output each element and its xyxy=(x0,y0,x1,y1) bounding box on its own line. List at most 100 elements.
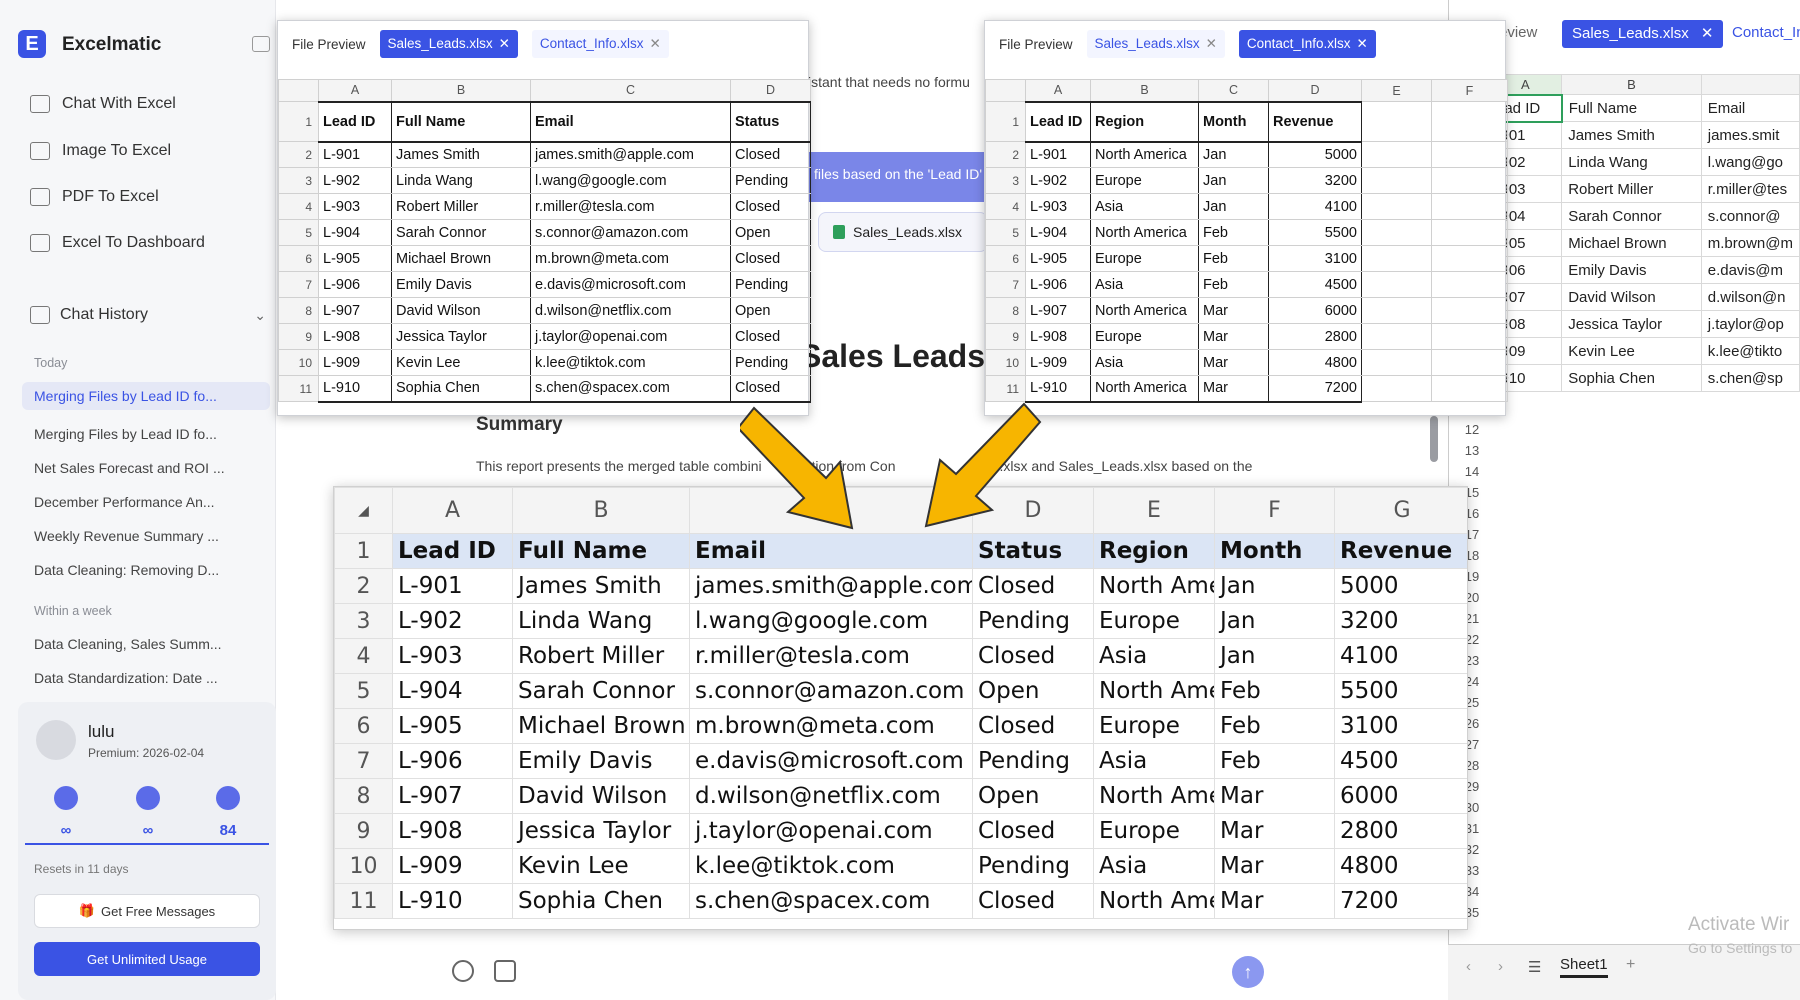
header-cell[interactable]: Region xyxy=(1093,533,1215,569)
cell[interactable]: L-905 xyxy=(392,708,513,744)
cell[interactable]: David Wilson xyxy=(391,297,531,324)
row-number[interactable]: 8 xyxy=(278,297,319,324)
cell[interactable]: Asia xyxy=(1090,271,1199,298)
cell[interactable]: s.connor@amazon.com xyxy=(530,219,731,246)
cell[interactable]: 4500 xyxy=(1268,271,1362,298)
row-number[interactable]: 7 xyxy=(334,743,393,779)
cell[interactable]: 5000 xyxy=(1334,568,1467,604)
cell[interactable]: 5500 xyxy=(1334,673,1467,709)
header-cell[interactable]: Full Name xyxy=(391,100,531,143)
cell[interactable]: Feb xyxy=(1214,743,1335,779)
cell[interactable]: L-910 xyxy=(318,375,392,403)
row-number[interactable]: 4 xyxy=(278,193,319,220)
cell[interactable]: L-904 xyxy=(392,673,513,709)
cell[interactable]: Sarah Connor xyxy=(512,673,690,709)
cell[interactable]: 3100 xyxy=(1268,245,1362,272)
cell[interactable]: k.lee@tikto xyxy=(1700,337,1800,365)
col-header[interactable]: D xyxy=(730,79,811,102)
cell[interactable]: Pending xyxy=(972,848,1094,884)
cell[interactable]: North America xyxy=(1090,141,1199,168)
cell[interactable]: d.wilson@netflix.com xyxy=(530,297,731,324)
cell[interactable]: j.taylor@openai.com xyxy=(689,813,973,849)
empty-cell[interactable] xyxy=(1431,375,1508,402)
close-icon[interactable]: ✕ xyxy=(649,36,660,51)
cell[interactable]: L-905 xyxy=(318,245,392,272)
row-number[interactable]: 7 xyxy=(985,271,1026,298)
row-number[interactable]: 14 xyxy=(1452,464,1492,479)
header-cell[interactable]: Lead ID xyxy=(1025,100,1091,143)
row-number[interactable]: 1 xyxy=(985,101,1026,142)
history-item[interactable]: Data Cleaning, Sales Summ... xyxy=(34,636,222,652)
history-item[interactable]: December Performance An... xyxy=(34,494,215,510)
cell[interactable]: m.brown@meta.com xyxy=(530,245,731,272)
send-button[interactable]: ↑ xyxy=(1232,956,1264,988)
empty-cell[interactable] xyxy=(1431,193,1508,220)
cell[interactable]: Sarah Connor xyxy=(1561,202,1702,230)
col-header[interactable]: E xyxy=(1361,79,1432,102)
cell[interactable]: L-901 xyxy=(1025,141,1091,168)
col-header[interactable]: F xyxy=(1214,487,1335,534)
book-icon[interactable] xyxy=(494,960,516,982)
cell[interactable]: Closed xyxy=(972,638,1094,674)
empty-cell[interactable] xyxy=(1361,167,1432,194)
cell[interactable]: Pending xyxy=(730,167,811,194)
cell[interactable]: s.chen@sp xyxy=(1700,364,1800,392)
row-number[interactable]: 4 xyxy=(985,193,1026,220)
cell[interactable]: Mar xyxy=(1214,813,1335,849)
cell[interactable]: L-907 xyxy=(392,778,513,814)
cell[interactable]: 5000 xyxy=(1268,141,1362,168)
cell[interactable]: james.smith@apple.com xyxy=(530,141,731,168)
row-number[interactable]: 2 xyxy=(334,568,393,604)
cell[interactable]: Asia xyxy=(1090,193,1199,220)
cell[interactable]: North Ame xyxy=(1093,883,1215,919)
cell[interactable]: Full Name xyxy=(1561,94,1702,122)
avatar[interactable] xyxy=(36,720,76,760)
cell[interactable]: Linda Wang xyxy=(1561,148,1702,176)
cell[interactable]: L-909 xyxy=(392,848,513,884)
empty-cell[interactable] xyxy=(1431,219,1508,246)
empty-cell[interactable] xyxy=(1361,101,1432,142)
cell[interactable]: m.brown@m xyxy=(1700,229,1800,257)
cell[interactable]: James Smith xyxy=(512,568,690,604)
cell[interactable]: North America xyxy=(1090,219,1199,246)
empty-cell[interactable] xyxy=(1431,323,1508,350)
cell[interactable]: 6000 xyxy=(1268,297,1362,324)
cell[interactable]: North Ame xyxy=(1093,568,1215,604)
tab-contact-info[interactable]: Contact_Info.xlsx ✕ xyxy=(531,30,669,58)
cell[interactable]: 4800 xyxy=(1334,848,1467,884)
col-header[interactable]: B xyxy=(1090,79,1199,102)
cell[interactable]: Jessica Taylor xyxy=(1561,310,1702,338)
cell[interactable]: Kevin Lee xyxy=(1561,337,1702,365)
row-number[interactable]: 12 xyxy=(1452,422,1492,437)
row-number[interactable]: 2 xyxy=(985,141,1026,168)
cell[interactable]: L-904 xyxy=(1025,219,1091,246)
cell[interactable]: Feb xyxy=(1214,673,1335,709)
cell[interactable]: L-902 xyxy=(318,167,392,194)
history-item[interactable]: Merging Files by Lead ID fo... xyxy=(22,382,270,410)
cell[interactable]: Feb xyxy=(1198,219,1269,246)
cell[interactable]: Robert Miller xyxy=(391,193,531,220)
cell[interactable]: L-903 xyxy=(392,638,513,674)
cell[interactable]: North Ame xyxy=(1093,673,1215,709)
empty-cell[interactable] xyxy=(1431,141,1508,168)
row-number[interactable]: 6 xyxy=(278,245,319,272)
tab-sales-leads[interactable]: Sales_Leads.xlsx ✕ xyxy=(1562,20,1724,48)
add-sheet-icon[interactable]: + xyxy=(1626,956,1635,974)
row-number[interactable]: 9 xyxy=(985,323,1026,350)
header-cell[interactable]: Lead ID xyxy=(318,100,392,143)
col-header[interactable]: B xyxy=(1561,74,1702,95)
cell[interactable]: Jessica Taylor xyxy=(512,813,690,849)
cell[interactable]: Mar xyxy=(1214,848,1335,884)
row-number[interactable]: 5 xyxy=(334,673,393,709)
cell[interactable]: Michael Brown xyxy=(512,708,690,744)
cell[interactable]: Linda Wang xyxy=(391,167,531,194)
cell[interactable]: L-908 xyxy=(1025,323,1091,350)
empty-cell[interactable] xyxy=(1431,271,1508,298)
row-number[interactable]: 9 xyxy=(334,813,393,849)
cell[interactable]: L-906 xyxy=(1025,271,1091,298)
header-cell[interactable]: Revenue xyxy=(1268,100,1362,143)
cell[interactable]: Emily Davis xyxy=(1561,256,1702,284)
col-header[interactable]: B xyxy=(512,487,690,534)
cell[interactable]: L-908 xyxy=(318,323,392,350)
row-number[interactable]: 4 xyxy=(334,638,393,674)
